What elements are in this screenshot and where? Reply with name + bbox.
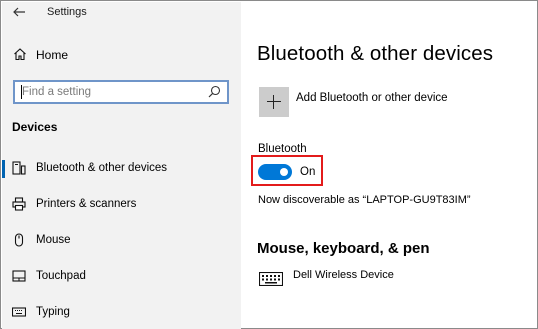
sidebar-item-touchpad[interactable]: Touchpad	[2, 265, 241, 289]
toggle-knob	[280, 168, 288, 176]
sidebar: Settings Home Devices Bluetooth & other	[2, 2, 241, 329]
main-content: Bluetooth & other devices Add Bluetooth …	[241, 2, 536, 327]
mouse-icon	[14, 233, 24, 247]
home-label: Home	[36, 48, 69, 62]
sidebar-item-label: Printers & scanners	[36, 198, 137, 210]
section-title-mouse-keyboard-pen: Mouse, keyboard, & pen	[257, 240, 430, 257]
plus-icon-vertical	[273, 95, 274, 109]
page-title: Bluetooth & other devices	[257, 42, 494, 65]
keyboard-icon	[12, 307, 26, 317]
keyboard-icon	[259, 272, 283, 286]
search-icon[interactable]	[208, 85, 221, 98]
home-icon	[14, 48, 26, 61]
search-input[interactable]	[22, 83, 202, 101]
touchpad-icon	[12, 270, 26, 282]
device-name: Dell Wireless Device	[293, 269, 394, 281]
add-device-label[interactable]: Add Bluetooth or other device	[296, 92, 448, 104]
plus-icon	[267, 101, 281, 102]
section-header-devices: Devices	[12, 120, 58, 134]
sidebar-item-typing[interactable]: Typing	[2, 301, 241, 325]
settings-window: Settings Home Devices Bluetooth & other	[0, 0, 538, 329]
bluetooth-devices-icon	[12, 161, 26, 175]
discoverable-status: Now discoverable as “LAPTOP-GU9T83IM”	[258, 194, 471, 206]
sidebar-item-label: Touchpad	[36, 270, 86, 282]
bluetooth-toggle[interactable]	[258, 164, 292, 180]
title-bar: Settings	[2, 2, 241, 24]
home-nav-item[interactable]: Home	[2, 44, 241, 66]
bluetooth-label: Bluetooth	[258, 143, 307, 155]
sidebar-item-label: Bluetooth & other devices	[36, 162, 168, 174]
app-title: Settings	[47, 6, 87, 18]
toggle-state-label: On	[300, 166, 316, 178]
add-device-button[interactable]	[259, 87, 289, 117]
sidebar-item-printers[interactable]: Printers & scanners	[2, 193, 241, 217]
search-box[interactable]	[13, 80, 229, 104]
sidebar-item-bluetooth[interactable]: Bluetooth & other devices	[2, 157, 241, 181]
back-arrow-icon[interactable]	[11, 4, 27, 20]
device-item[interactable]: Dell Wireless Device	[259, 266, 519, 288]
sidebar-item-mouse[interactable]: Mouse	[2, 229, 241, 253]
sidebar-item-label: Mouse	[36, 234, 71, 246]
sidebar-item-label: Typing	[36, 306, 70, 318]
printer-icon	[12, 197, 26, 211]
